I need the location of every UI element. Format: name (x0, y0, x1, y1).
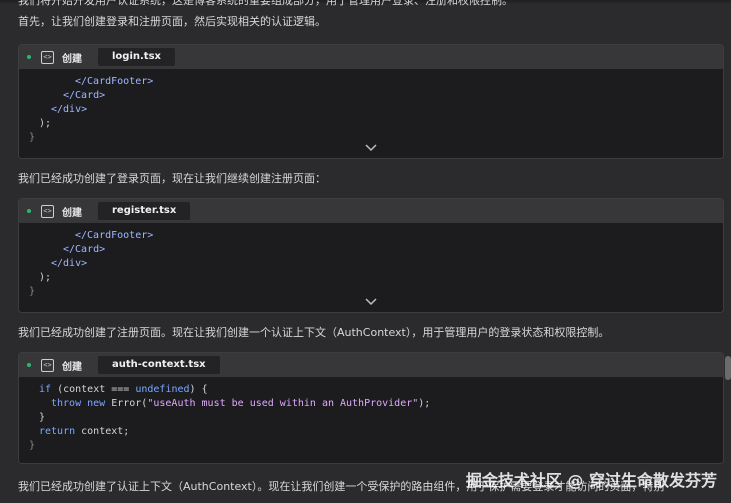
code-card-header: <> 创建 login.tsx (19, 45, 723, 69)
code-line: } (39, 412, 46, 423)
code-block: </CardFooter> </Card> </div> ); } (19, 223, 723, 312)
paragraph-register-done: 我们已经成功创建了注册页面。现在让我们创建一个认证上下文（AuthContext… (18, 326, 610, 339)
file-name-tab[interactable]: auth-context.tsx (98, 356, 220, 374)
code-line: ); (39, 118, 52, 129)
code-block: if (context === undefined) { throw new E… (19, 377, 723, 463)
chevron-down-icon[interactable] (364, 144, 378, 154)
code-card-register: <> 创建 register.tsx </CardFooter> </Card>… (18, 198, 724, 313)
code-line: </CardFooter> (75, 76, 154, 87)
code-card-login: <> 创建 login.tsx </CardFooter> </Card> </… (18, 44, 724, 159)
status-dot-icon (27, 209, 31, 213)
paragraph-plan: 首先，让我们创建登录和注册页面，然后实现相关的认证逻辑。 (18, 15, 326, 28)
status-dot-icon (27, 363, 31, 367)
code-line: throw new Error("useAuth must be used wi… (51, 398, 431, 409)
code-line: </div> (51, 104, 88, 115)
action-label: 创建 (62, 361, 82, 373)
code-line: </Card> (63, 90, 106, 101)
code-block: </CardFooter> </Card> </div> ); } (19, 69, 723, 158)
code-line: } (29, 440, 36, 451)
action-label: 创建 (62, 207, 82, 219)
chat-transcript: 我们将开始开发用户认证系统，这是博客系统的重要组成部分，用于管理用户登录、注册和… (0, 0, 731, 503)
chevron-down-icon[interactable] (364, 298, 378, 308)
code-line: </Card> (63, 244, 106, 255)
scrollbar-thumb[interactable] (725, 356, 731, 380)
paragraph-login-done: 我们已经成功创建了登录页面，现在让我们继续创建注册页面： (18, 172, 326, 185)
code-line: </CardFooter> (75, 230, 154, 241)
file-name-tab[interactable]: login.tsx (98, 48, 175, 66)
file-name-tab[interactable]: register.tsx (98, 202, 191, 220)
code-line: } (29, 132, 36, 143)
code-line: return context; (39, 426, 130, 437)
action-label: 创建 (62, 53, 82, 65)
code-file-icon: <> (41, 50, 54, 64)
code-card-auth-context: <> 创建 auth-context.tsx if (context === u… (18, 352, 724, 464)
code-file-icon: <> (41, 204, 54, 218)
code-card-header: <> 创建 auth-context.tsx (19, 353, 723, 377)
code-line: if (context === undefined) { (39, 384, 208, 395)
code-line: </div> (51, 258, 88, 269)
paragraph-intro: 我们将开始开发用户认证系统，这是博客系统的重要组成部分，用于管理用户登录、注册和… (18, 0, 513, 7)
code-card-header: <> 创建 register.tsx (19, 199, 723, 223)
code-line: } (29, 286, 36, 297)
code-file-icon: <> (41, 358, 54, 372)
status-dot-icon (27, 55, 31, 59)
code-line: ); (39, 272, 52, 283)
watermark-text: 掘金技术社区 @ 穿过生命散发芬芳 (465, 471, 717, 490)
